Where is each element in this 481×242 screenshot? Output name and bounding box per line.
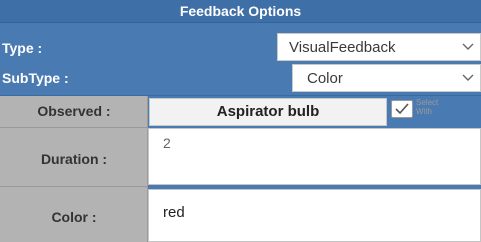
observed-value-button[interactable]: Aspirator bulb: [149, 98, 387, 126]
select-with-line2: With: [416, 107, 432, 116]
duration-input[interactable]: 2: [148, 128, 481, 185]
panel-title: Feedback Options: [0, 0, 481, 23]
color-label: Color :: [51, 209, 97, 225]
select-with-label: Select With: [416, 98, 438, 116]
subtype-label: SubType :: [2, 70, 69, 86]
color-input[interactable]: red: [148, 189, 481, 242]
observed-label: Observed :: [37, 103, 111, 119]
type-label: Type :: [2, 40, 43, 56]
type-select-value: VisualFeedback: [289, 38, 396, 56]
duration-label: Duration :: [40, 151, 108, 167]
select-with-checkbox[interactable]: [391, 100, 413, 118]
feedback-options-panel: Feedback Options Type : VisualFeedback S…: [0, 0, 481, 242]
checkmark-icon: [395, 103, 409, 115]
subtype-select[interactable]: Color: [292, 64, 481, 92]
row-separator: [0, 127, 148, 128]
row-separator: [0, 186, 148, 187]
color-value: red: [163, 204, 185, 221]
select-with-line1: Select: [416, 98, 439, 107]
chevron-down-icon: [462, 74, 474, 81]
type-select[interactable]: VisualFeedback: [277, 33, 481, 61]
subtype-select-value: Color: [307, 69, 343, 87]
duration-value: 2: [163, 135, 171, 151]
chevron-down-icon: [462, 43, 474, 50]
